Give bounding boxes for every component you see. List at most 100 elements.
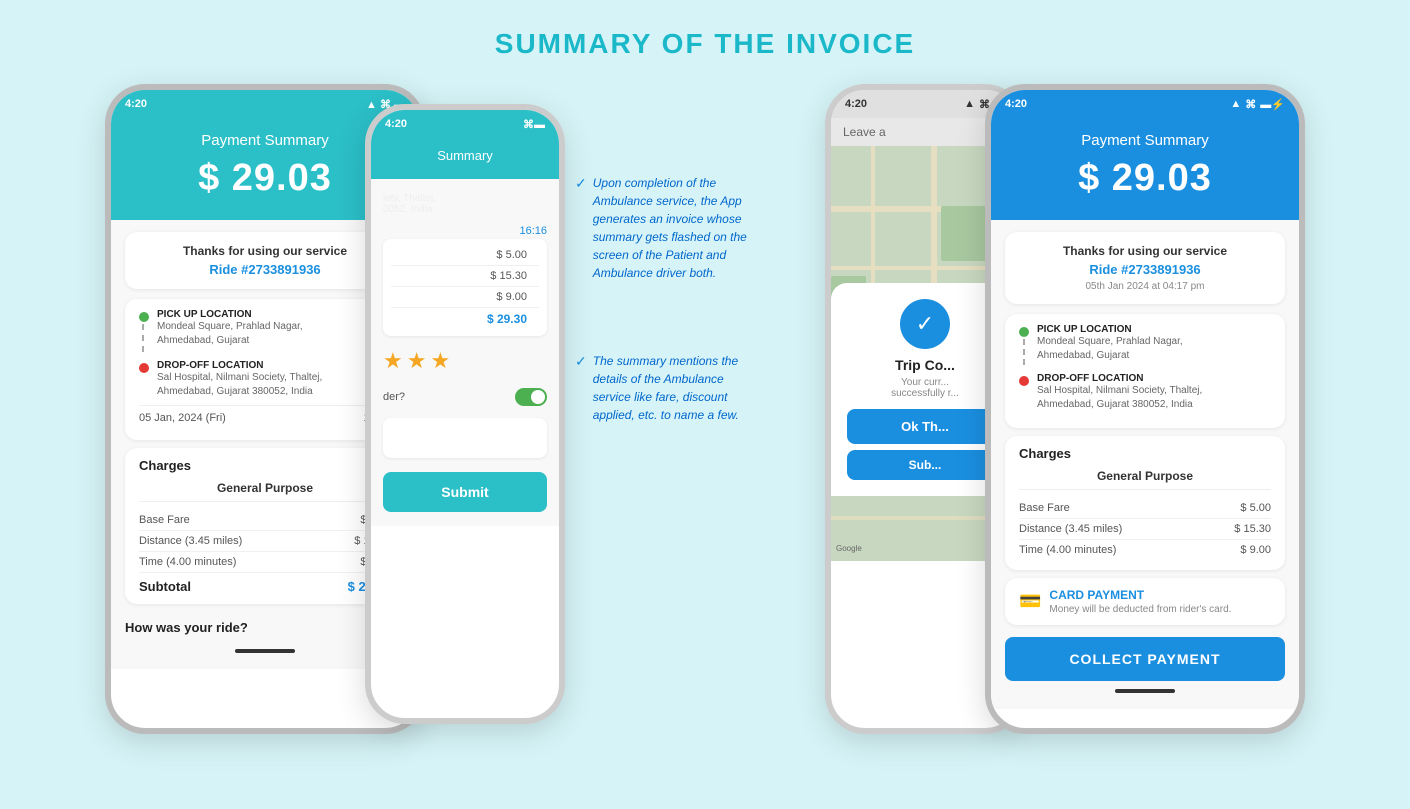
phone1-header-title: Payment Summary [127,132,403,149]
phone4-icons: ▲ ⌘ ▬⚡ [1230,98,1285,111]
battery-icon-4: ▬⚡ [1260,98,1285,111]
phone1-status-bar: 4:20 ▲ ⌘ ▬ [111,90,419,118]
phone4-header: Payment Summary $ 29.03 [991,118,1299,220]
sub-button[interactable]: Sub... [847,450,1003,480]
phone4-time: 4:20 [1005,98,1027,110]
phone4-base-fare: Base Fare $ 5.00 [1019,498,1271,519]
phone2-header-title: Summary [383,148,547,163]
phone1-ride-id: Ride #2733891936 [139,262,391,277]
annotation-1: ✓ Upon completion of the Ambulance servi… [575,174,755,282]
phone1-distance: Distance (3.45 miles) $ 15.30 [139,531,391,552]
phone2-header: Summary [371,138,559,179]
annotation-text-2: The summary mentions the details of the … [593,352,755,424]
trip-complete-sub: Your curr...successfully r... [847,377,1003,399]
phone1-amount: $ 29.03 [127,157,403,200]
phone4-body: Thanks for using our service Ride #27338… [991,220,1299,709]
phone2-time: 4:20 [385,118,407,130]
phone4-dropoff-dot [1019,376,1029,386]
phone2-charge2: $ 15.30 [391,266,539,287]
phone4-dropoff: DROP-OFF LOCATION Sal Hospital, Nilmani … [1019,373,1271,412]
phone4-locations: PICK UP LOCATION Mondeal Square, Prahlad… [1005,314,1285,428]
annotation-2: ✓ The summary mentions the details of th… [575,352,755,424]
phone1-locations: PICK UP LOCATION Mondeal Square, Prahlad… [125,299,405,440]
phone4-time-charge: Time (4.00 minutes) $ 9.00 [1019,540,1271,560]
phone4-pickup-label: PICK UP LOCATION [1037,324,1183,335]
ok-button[interactable]: Ok Th... [847,409,1003,444]
phone4-dropoff-label: DROP-OFF LOCATION [1037,373,1202,384]
check-icon-1: ✓ [575,175,587,192]
phone2-stars: ★ ★ ★ [371,340,559,382]
phone2-time-badge: 16:16 [371,223,559,239]
phone3-time: 4:20 [845,98,867,110]
phone1-thanks-card: Thanks for using our service Ride #27338… [125,232,405,289]
phone4-dropoff-addr: Sal Hospital, Nilmani Society, Thaltej,A… [1037,384,1202,412]
phone2-addr: iety, Thaltej,0052, India [371,185,559,223]
phone4-ride-id: Ride #2733891936 [1019,262,1271,277]
phone1-subtotal: Subtotal $ 29.30 [139,573,391,594]
star-3: ★ [430,348,450,374]
location-icon-4: ▲ [1230,98,1241,111]
phone4-charges-title: Charges [1019,446,1271,461]
phone4-thanks-text: Thanks for using our service [1019,244,1271,258]
phone4-status-bar: 4:20 ▲ ⌘ ▬⚡ [991,90,1299,118]
phone4-home-indicator [1115,689,1175,693]
phone-4: 4:20 ▲ ⌘ ▬⚡ Payment Summary $ 29.03 Than… [985,84,1305,734]
pickup-dot [139,312,149,322]
location-icon-3: ▲ [964,98,975,111]
phone-2-partial: 4:20 ⌘▬ Summary iety, Thaltej,0052, Indi… [365,104,565,724]
phone2-status-bar: 4:20 ⌘▬ [371,110,559,138]
home-indicator [235,649,295,653]
phone2-charge3: $ 9.00 [391,287,539,308]
phone1-charges: Charges General Purpose Base Fare $ 5.00… [125,448,405,604]
phone4-thanks-card: Thanks for using our service Ride #27338… [1005,232,1285,304]
phone4-card-payment: 💳 CARD PAYMENT Money will be deducted fr… [1005,578,1285,625]
annotation-area: ✓ Upon completion of the Ambulance servi… [565,164,765,434]
trip-complete-title: Trip Co... [847,357,1003,373]
phone2-text-area [383,418,547,458]
phone1-date: 05 Jan, 2024 (Fri) [139,412,226,424]
phone4-distance: Distance (3.45 miles) $ 15.30 [1019,519,1271,540]
phone1-general-purpose: General Purpose [139,481,391,502]
phone2-icons: ⌘▬ [523,118,545,131]
phone1-datetime: 05 Jan, 2024 (Fri) 16:16 [139,405,391,430]
submit-button[interactable]: Submit [383,472,547,512]
svg-text:Google: Google [836,544,862,553]
phone4-pickup-addr: Mondeal Square, Prahlad Nagar,Ahmedabad,… [1037,335,1183,363]
phone4-general-purpose: General Purpose [1019,469,1271,490]
collect-payment-button[interactable]: COLLECT PAYMENT [1005,637,1285,681]
trip-complete-icon: ✓ [900,299,950,349]
phone1-time-charge: Time (4.00 minutes) $ 9.00 [139,552,391,573]
phone1-how-ride: How was your ride? [125,612,405,639]
phone1-charges-title: Charges [139,458,391,473]
phone1-dropoff-addr: Sal Hospital, Nilmani Society, Thaltej,A… [157,371,322,399]
phone1-dropoff-label: DROP-OFF LOCATION [157,360,322,371]
phone4-amount: $ 29.03 [1007,157,1283,200]
dropoff-dot [139,363,149,373]
phone4-header-title: Payment Summary [1007,132,1283,149]
phone2-toggle-label: der? [383,391,405,403]
annotation-text-1: Upon completion of the Ambulance service… [593,174,755,282]
phone4-date-detail: 05th Jan 2024 at 04:17 pm [1019,281,1271,292]
phone4-pickup: PICK UP LOCATION Mondeal Square, Prahlad… [1019,324,1271,367]
phone4-pickup-dot [1019,327,1029,337]
phone2-subtotal: $ 29.30 [391,308,539,330]
phone1-base-fare: Base Fare $ 5.00 [139,510,391,531]
location-icon: ▲ [366,99,377,111]
phone1-time: 4:20 [125,98,147,110]
phone2-body: iety, Thaltej,0052, India 16:16 $ 5.00 $… [371,179,559,526]
phone2-toggle-row: der? [371,382,559,412]
toggle-switch[interactable] [515,388,547,406]
phone1-pickup: PICK UP LOCATION Mondeal Square, Prahlad… [139,309,391,354]
phone4-card-label: CARD PAYMENT [1049,588,1231,602]
phone1-thanks-text: Thanks for using our service [139,244,391,258]
phone4-card-row: 💳 CARD PAYMENT Money will be deducted fr… [1019,588,1271,615]
phone1-pickup-addr: Mondeal Square, Prahlad Nagar,Ahmedabad,… [157,320,303,348]
phone4-card-desc: Money will be deducted from rider's card… [1049,604,1231,615]
star-2: ★ [407,348,427,374]
card-icon: 💳 [1019,591,1041,612]
phone4-charges: Charges General Purpose Base Fare $ 5.00… [1005,436,1285,570]
check-icon-2: ✓ [575,353,587,370]
page-title: SUMMARY OF THE INVOICE [495,28,915,60]
phone1-dropoff: DROP-OFF LOCATION Sal Hospital, Nilmani … [139,360,391,399]
wifi-icon-4: ⌘ [1245,98,1256,111]
